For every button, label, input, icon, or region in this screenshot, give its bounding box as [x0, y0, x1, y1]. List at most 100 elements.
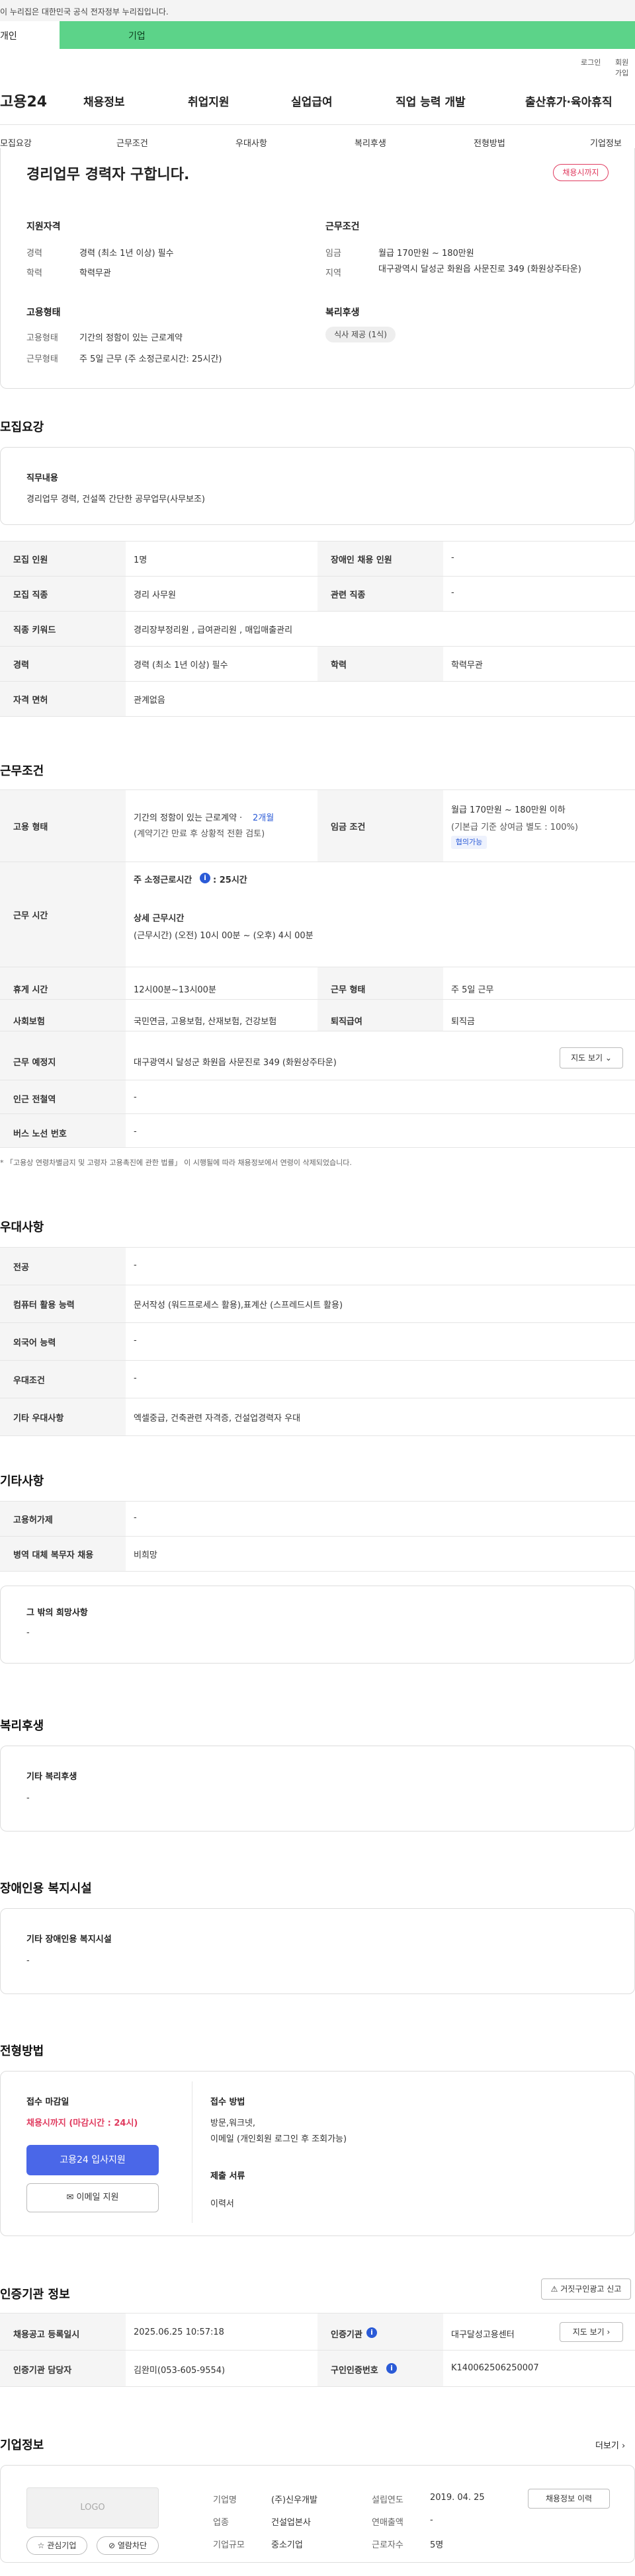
- pref-th: 기타 우대사항: [13, 1414, 64, 1424]
- tab-company[interactable]: 기업: [60, 21, 635, 49]
- wage-tag: 협의가능: [451, 836, 487, 849]
- rest-th: 휴게 시간: [13, 985, 48, 995]
- gnb-unemployment[interactable]: 실업급여: [291, 93, 333, 109]
- company-more-label: 더보기: [595, 2441, 619, 2451]
- cert-map-button-label: 지도 보기: [572, 2327, 605, 2337]
- recruit-section-title: 모집요강: [0, 421, 44, 434]
- gnb-training[interactable]: 직업 능력 개발: [396, 93, 466, 109]
- cert-manager-th: 인증기관 담당자: [13, 2366, 72, 2376]
- recruit-td: 1명: [134, 555, 148, 565]
- mail-icon: ✉: [66, 2193, 74, 2202]
- star-icon: ☆: [37, 2541, 45, 2550]
- pref-td: 엑셀중급, 건축관련 자격증, 건설업경력자 우대: [134, 1414, 301, 1424]
- company-more-link[interactable]: 더보기 ›: [595, 2438, 625, 2451]
- worktype-th: 근무 형태: [331, 985, 366, 995]
- gnb-jobs[interactable]: 채용정보: [83, 93, 125, 109]
- sales-label: 연매출액: [372, 2518, 403, 2528]
- cond-line-7: [0, 1147, 635, 1148]
- tab-personal[interactable]: 개인: [0, 21, 60, 49]
- info-icon[interactable]: i: [200, 873, 210, 883]
- anchor-company[interactable]: 기업정보: [590, 136, 622, 149]
- recruit-td: 경리장부정리원 , 급여관리원 , 매입매출관리: [134, 625, 293, 635]
- pref-th: 외국어 능력: [13, 1338, 56, 1348]
- age-note: * 「고용상 연령차별금지 및 고령자 고용촉진에 관한 법률」 이 시행될에 …: [0, 1158, 352, 1167]
- company-logo: LOGO: [26, 2487, 159, 2528]
- bus-td: -: [134, 1127, 137, 1137]
- info-icon[interactable]: i: [366, 2327, 377, 2338]
- cert-mid-line: [0, 2350, 635, 2351]
- tab-company-label: 기업: [128, 31, 146, 42]
- emp-months: 2개월: [253, 813, 275, 823]
- cert-reg-th: 채용공고 등록일시: [13, 2330, 80, 2340]
- company-section-title: 기업정보: [0, 2438, 44, 2452]
- hours-th: 근무 시간: [13, 911, 48, 921]
- gov-banner: 이 누리집은 대한민국 공식 전자정부 누리집입니다.: [0, 0, 635, 21]
- cert-map-button[interactable]: 지도 보기 ›: [560, 2322, 623, 2342]
- pref-td: -: [134, 1260, 137, 1270]
- sev-th: 퇴직급여: [331, 1017, 362, 1027]
- recruit-th: 직종 키워드: [13, 625, 56, 635]
- welfare-title: 복리후생: [325, 307, 360, 318]
- gnb-leave[interactable]: 출산휴가·육아휴직: [525, 93, 613, 109]
- pref-th: 우대조건: [13, 1376, 45, 1386]
- site-logo[interactable]: 고용24: [0, 90, 47, 111]
- apply-button[interactable]: 고용24 입사지원: [26, 2145, 159, 2175]
- cert-section-title: 인증기관 정보: [0, 2288, 70, 2302]
- join-link[interactable]: 회원가입: [615, 57, 635, 78]
- recruit-th: 학력: [331, 661, 347, 670]
- qual-title: 지원자격: [26, 221, 61, 232]
- hours-weekly: 주 소정근로시간: [134, 875, 192, 885]
- block-button[interactable]: ⊘ 열람차단: [97, 2536, 159, 2555]
- hours-detail-title: 상세 근무시간: [134, 914, 185, 924]
- edu-value: 학력무관: [79, 268, 111, 278]
- pref-line: [0, 1435, 635, 1436]
- career-label: 경력: [26, 249, 42, 259]
- fav-button[interactable]: ☆ 관심기업: [26, 2536, 87, 2555]
- anchor-preference[interactable]: 우대사항: [235, 136, 267, 149]
- wage-td2: (기본급 기준 상여금 별도 : 100%): [451, 823, 578, 832]
- work-type-value: 주 5일 근무 (주 소정근로시간: 25시간): [79, 354, 222, 364]
- map-button[interactable]: 지도 보기 ⌄: [560, 1047, 623, 1068]
- chevron-right-icon: ›: [607, 2327, 611, 2337]
- anchor-screening[interactable]: 전형방법: [474, 136, 505, 149]
- wage-label: 임금: [325, 249, 341, 259]
- worktype-td: 주 5일 근무: [451, 985, 494, 995]
- email-button[interactable]: ✉ 이메일 지원: [26, 2183, 159, 2212]
- anchor-conditions[interactable]: 근무조건: [116, 136, 148, 149]
- work-type-label: 근무형태: [26, 354, 58, 364]
- pref-td: 문서작성 (워드프로세스 활용),표계산 (스프레드시트 활용): [134, 1301, 343, 1310]
- disabled-box-title: 기타 장애인용 복지시설: [26, 1935, 112, 1945]
- rest-td: 12시00분~13시00분: [134, 985, 216, 995]
- tab-personal-label: 개인: [0, 31, 17, 42]
- place-td: 대구광역시 달성군 화원읍 사문진로 349 (화원상주타운): [134, 1058, 337, 1068]
- recruit-th: 모집 직종: [13, 590, 48, 600]
- cert-number-td: K140062506250007: [451, 2363, 539, 2373]
- anchor-recruit[interactable]: 모집요강: [0, 136, 32, 149]
- report-button[interactable]: ⚠ 거짓구인광고 신고: [541, 2278, 631, 2300]
- login-link[interactable]: 로그인: [581, 57, 601, 67]
- recruit-th: 자격 면허: [13, 696, 48, 705]
- recruit-td: 학력무관: [451, 661, 483, 670]
- chevron-right-icon: ›: [622, 2441, 626, 2451]
- duty-box: [0, 447, 635, 525]
- cert-reg-td: 2025.06.25 10:57:18: [134, 2327, 224, 2337]
- emp-type-value: 기간의 정함이 있는 근로계약: [79, 333, 183, 343]
- emp-type-label: 고용형태: [26, 333, 58, 343]
- chevron-down-icon: ⌄: [605, 1053, 612, 1063]
- other-box-text: -: [26, 1628, 30, 1638]
- emp-th: 고용 형태: [13, 823, 48, 832]
- other-th: 고용허가제: [13, 1515, 53, 1525]
- cond-title: 근무조건: [325, 221, 360, 232]
- anchor-welfare[interactable]: 복리후생: [355, 136, 386, 149]
- size-label: 기업규모: [213, 2540, 245, 2550]
- cert-number-th: 구인인증번호: [331, 2366, 378, 2376]
- jobs-history-button[interactable]: 채용정보 이력: [528, 2489, 610, 2509]
- info-icon[interactable]: i: [386, 2363, 397, 2374]
- cond-line-3: [0, 999, 635, 1000]
- disabled-box: [0, 1908, 635, 1994]
- recruit-th: 경력: [13, 661, 29, 670]
- gnb-support[interactable]: 취업지원: [188, 93, 230, 109]
- welfare-section-title: 복리후생: [0, 1719, 44, 1733]
- wage-td1: 월급 170만원 ~ 180만원 이하: [451, 805, 566, 815]
- disabled-section-title: 장애인용 복지시설: [0, 1882, 92, 1896]
